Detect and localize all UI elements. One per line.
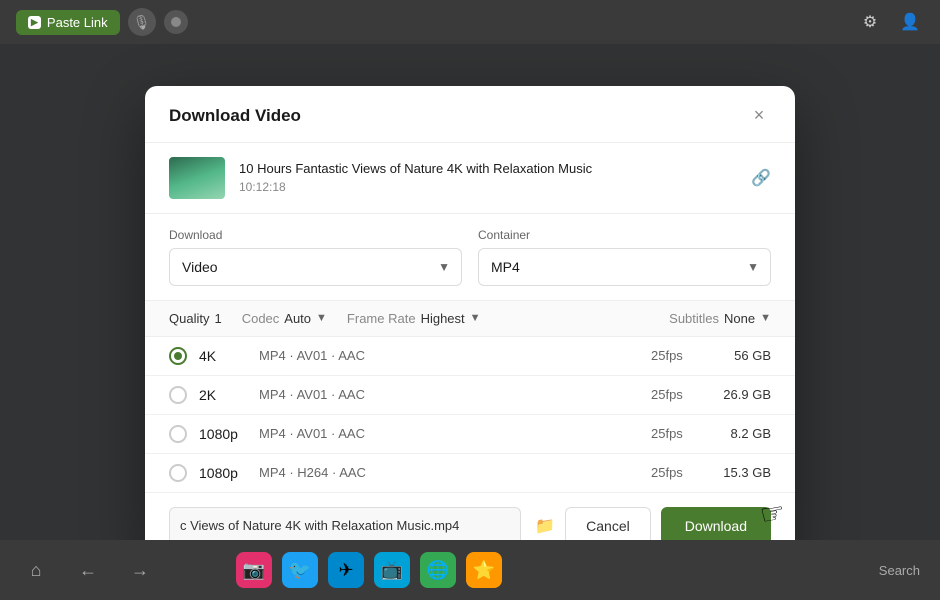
radio-2k[interactable]: [169, 386, 187, 404]
video-details: 10 Hours Fantastic Views of Nature 4K wi…: [239, 161, 737, 195]
filename-input[interactable]: [169, 507, 521, 545]
video-thumbnail: [169, 157, 225, 199]
download-button[interactable]: Download: [661, 507, 771, 545]
subtitles-arrow: ▼: [760, 312, 771, 324]
container-select[interactable]: MP4 MKV WebM: [478, 248, 771, 286]
paste-link-button[interactable]: ▶ Paste Link: [16, 10, 120, 35]
framerate-value: Highest: [421, 311, 465, 326]
quality-size-4k: 56 GB: [711, 348, 771, 363]
close-button[interactable]: ×: [747, 104, 771, 128]
quality-size-1080p-h264: 15.3 GB: [711, 465, 771, 480]
subtitles-value: None: [724, 311, 755, 326]
codec-arrow: ▼: [316, 312, 327, 324]
folder-icon[interactable]: 📁: [535, 516, 555, 536]
modal-header: Download Video ×: [145, 86, 795, 143]
download-label: Download: [169, 228, 462, 242]
quality-size-2k: 26.9 GB: [711, 387, 771, 402]
quality-row-2k[interactable]: 2K MP4 · AV01 · AAC 25fps 26.9 GB: [145, 376, 795, 415]
quality-label: Quality: [169, 311, 209, 326]
quality-row-1080p-h264[interactable]: 1080p MP4 · H264 · AAC 25fps 15.3 GB: [145, 454, 795, 492]
top-bar-left: ▶ Paste Link 🎙: [16, 8, 188, 36]
video-title: 10 Hours Fantastic Views of Nature 4K wi…: [239, 161, 737, 178]
framerate-arrow: ▼: [470, 312, 481, 324]
selects-row: Download Video Audio Subtitle ▼ Containe…: [145, 214, 795, 301]
download-select[interactable]: Video Audio Subtitle: [169, 248, 462, 286]
container-label: Container: [478, 228, 771, 242]
app-icon-telegram[interactable]: ✈: [328, 552, 364, 588]
download-modal: Download Video × 10 Hours Fantastic View…: [145, 86, 795, 559]
container-select-group: Container MP4 MKV WebM ▼: [478, 228, 771, 286]
video-duration: 10:12:18: [239, 180, 737, 194]
nav-icons: ⌂ ← →: [20, 554, 156, 586]
cancel-button[interactable]: Cancel: [565, 507, 651, 545]
quality-row-1080p-av01[interactable]: 1080p MP4 · AV01 · AAC 25fps 8.2 GB: [145, 415, 795, 454]
radio-4k[interactable]: [169, 347, 187, 365]
quality-name-1080p-h264: 1080p: [199, 465, 259, 481]
bottom-nav: ⌂ ← → 📷 🐦 ✈ 📺 🌐 ⭐ Search: [0, 540, 940, 600]
app-icons: 📷 🐦 ✈ 📺 🌐 ⭐: [236, 552, 502, 588]
quality-fps-2k: 25fps: [651, 387, 711, 402]
modal-title: Download Video: [169, 106, 301, 126]
codec-label: Codec: [242, 311, 280, 326]
main-content: Download Video × 10 Hours Fantastic View…: [0, 44, 940, 600]
back-icon[interactable]: ←: [72, 554, 104, 586]
radio-1080p-av01[interactable]: [169, 425, 187, 443]
modal-overlay: Download Video × 10 Hours Fantastic View…: [0, 44, 940, 600]
youtube-icon: ▶: [28, 16, 41, 29]
app-icon-sites[interactable]: 🌐: [420, 552, 456, 588]
top-bar: ▶ Paste Link 🎙 ⚙ 👤: [0, 0, 940, 44]
top-bar-right: ⚙ 👤: [856, 8, 924, 36]
quality-name-1080p-av01: 1080p: [199, 426, 259, 442]
search-label[interactable]: Search: [879, 563, 920, 578]
framerate-label: Frame Rate: [347, 311, 416, 326]
account-button[interactable]: 👤: [896, 8, 924, 36]
quality-list: 4K MP4 · AV01 · AAC 25fps 56 GB 2K MP4 ·…: [145, 337, 795, 492]
quality-name-2k: 2K: [199, 387, 259, 403]
codec-option[interactable]: Codec Auto ▼: [242, 311, 327, 326]
home-icon[interactable]: ⌂: [20, 554, 52, 586]
forward-icon[interactable]: →: [124, 554, 156, 586]
link-icon[interactable]: 🔗: [751, 168, 771, 188]
settings-button[interactable]: ⚙: [856, 8, 884, 36]
codec-value: Auto: [284, 311, 311, 326]
subtitles-label: Subtitles: [669, 311, 719, 326]
quality-count: 1: [214, 311, 221, 326]
subtitles-option[interactable]: Subtitles None ▼: [669, 311, 771, 326]
quality-row-4k[interactable]: 4K MP4 · AV01 · AAC 25fps 56 GB: [145, 337, 795, 376]
paste-link-label: Paste Link: [47, 15, 108, 30]
quality-name-4k: 4K: [199, 348, 259, 364]
app-icon-bilibili[interactable]: 📺: [374, 552, 410, 588]
app-icon-twitter[interactable]: 🐦: [282, 552, 318, 588]
download-select-wrapper: Video Audio Subtitle ▼: [169, 248, 462, 286]
extra-icon: [164, 10, 188, 34]
quality-fps-1080p-h264: 25fps: [651, 465, 711, 480]
app-icon-extra[interactable]: ⭐: [466, 552, 502, 588]
framerate-option[interactable]: Frame Rate Highest ▼: [347, 311, 481, 326]
container-select-wrapper: MP4 MKV WebM ▼: [478, 248, 771, 286]
quality-codec-4k: MP4 · AV01 · AAC: [259, 348, 651, 363]
quality-fps-4k: 25fps: [651, 348, 711, 363]
options-row: Quality 1 Codec Auto ▼ Frame Rate Highes…: [145, 301, 795, 337]
quality-fps-1080p-av01: 25fps: [651, 426, 711, 441]
mic-button[interactable]: 🎙: [128, 8, 156, 36]
quality-codec-1080p-h264: MP4 · H264 · AAC: [259, 465, 651, 480]
video-info: 10 Hours Fantastic Views of Nature 4K wi…: [145, 143, 795, 214]
quality-codec-2k: MP4 · AV01 · AAC: [259, 387, 651, 402]
quality-codec-1080p-av01: MP4 · AV01 · AAC: [259, 426, 651, 441]
app-icon-instagram[interactable]: 📷: [236, 552, 272, 588]
quality-size-1080p-av01: 8.2 GB: [711, 426, 771, 441]
quality-option[interactable]: Quality 1: [169, 311, 222, 326]
radio-1080p-h264[interactable]: [169, 464, 187, 482]
download-select-group: Download Video Audio Subtitle ▼: [169, 228, 462, 286]
